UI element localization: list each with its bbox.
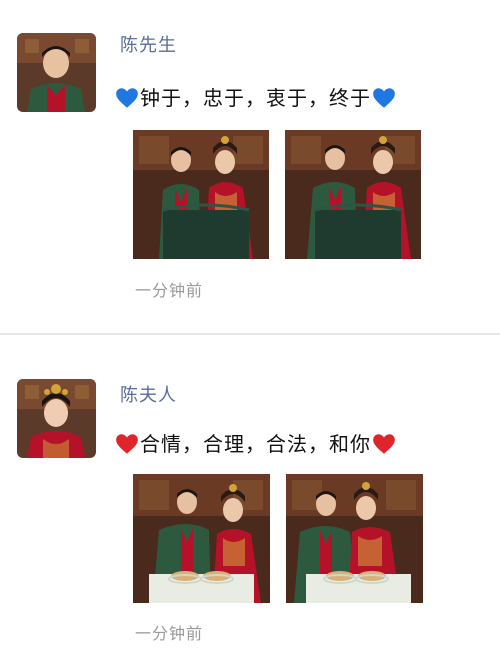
post-timestamp: 一分钟前 (135, 281, 204, 300)
blue-heart-icon (371, 85, 397, 111)
groom-avatar-icon (17, 33, 96, 112)
red-heart-icon (371, 431, 397, 457)
post-photo[interactable] (285, 130, 421, 259)
post-timestamp: 一分钟前 (135, 624, 204, 643)
moment-post: 陈夫人 合情，合理，合法，和你 一分钟前 (0, 335, 500, 667)
couple-photo-icon (133, 474, 270, 603)
bride-avatar-icon (17, 379, 96, 458)
moment-post: 陈先生 钟于，忠于，衷于，终于 一分钟前 (0, 0, 500, 333)
avatar[interactable] (17, 379, 96, 458)
author-name[interactable]: 陈先生 (120, 34, 177, 58)
post-text: 合情，合理，合法，和你 (114, 426, 397, 462)
red-heart-icon (114, 431, 140, 457)
post-photo[interactable] (133, 474, 270, 603)
post-text-body: 钟于，忠于，衷于，终于 (140, 86, 371, 110)
post-text-body: 合情，合理，合法，和你 (140, 432, 371, 456)
photo-grid (133, 474, 423, 603)
photo-grid (133, 130, 421, 259)
couple-photo-icon (286, 474, 423, 603)
couple-photo-icon (285, 130, 421, 259)
avatar[interactable] (17, 33, 96, 112)
blue-heart-icon (114, 85, 140, 111)
post-text: 钟于，忠于，衷于，终于 (114, 80, 397, 116)
couple-photo-icon (133, 130, 269, 259)
post-photo[interactable] (286, 474, 423, 603)
post-photo[interactable] (133, 130, 269, 259)
author-name[interactable]: 陈夫人 (120, 384, 177, 408)
